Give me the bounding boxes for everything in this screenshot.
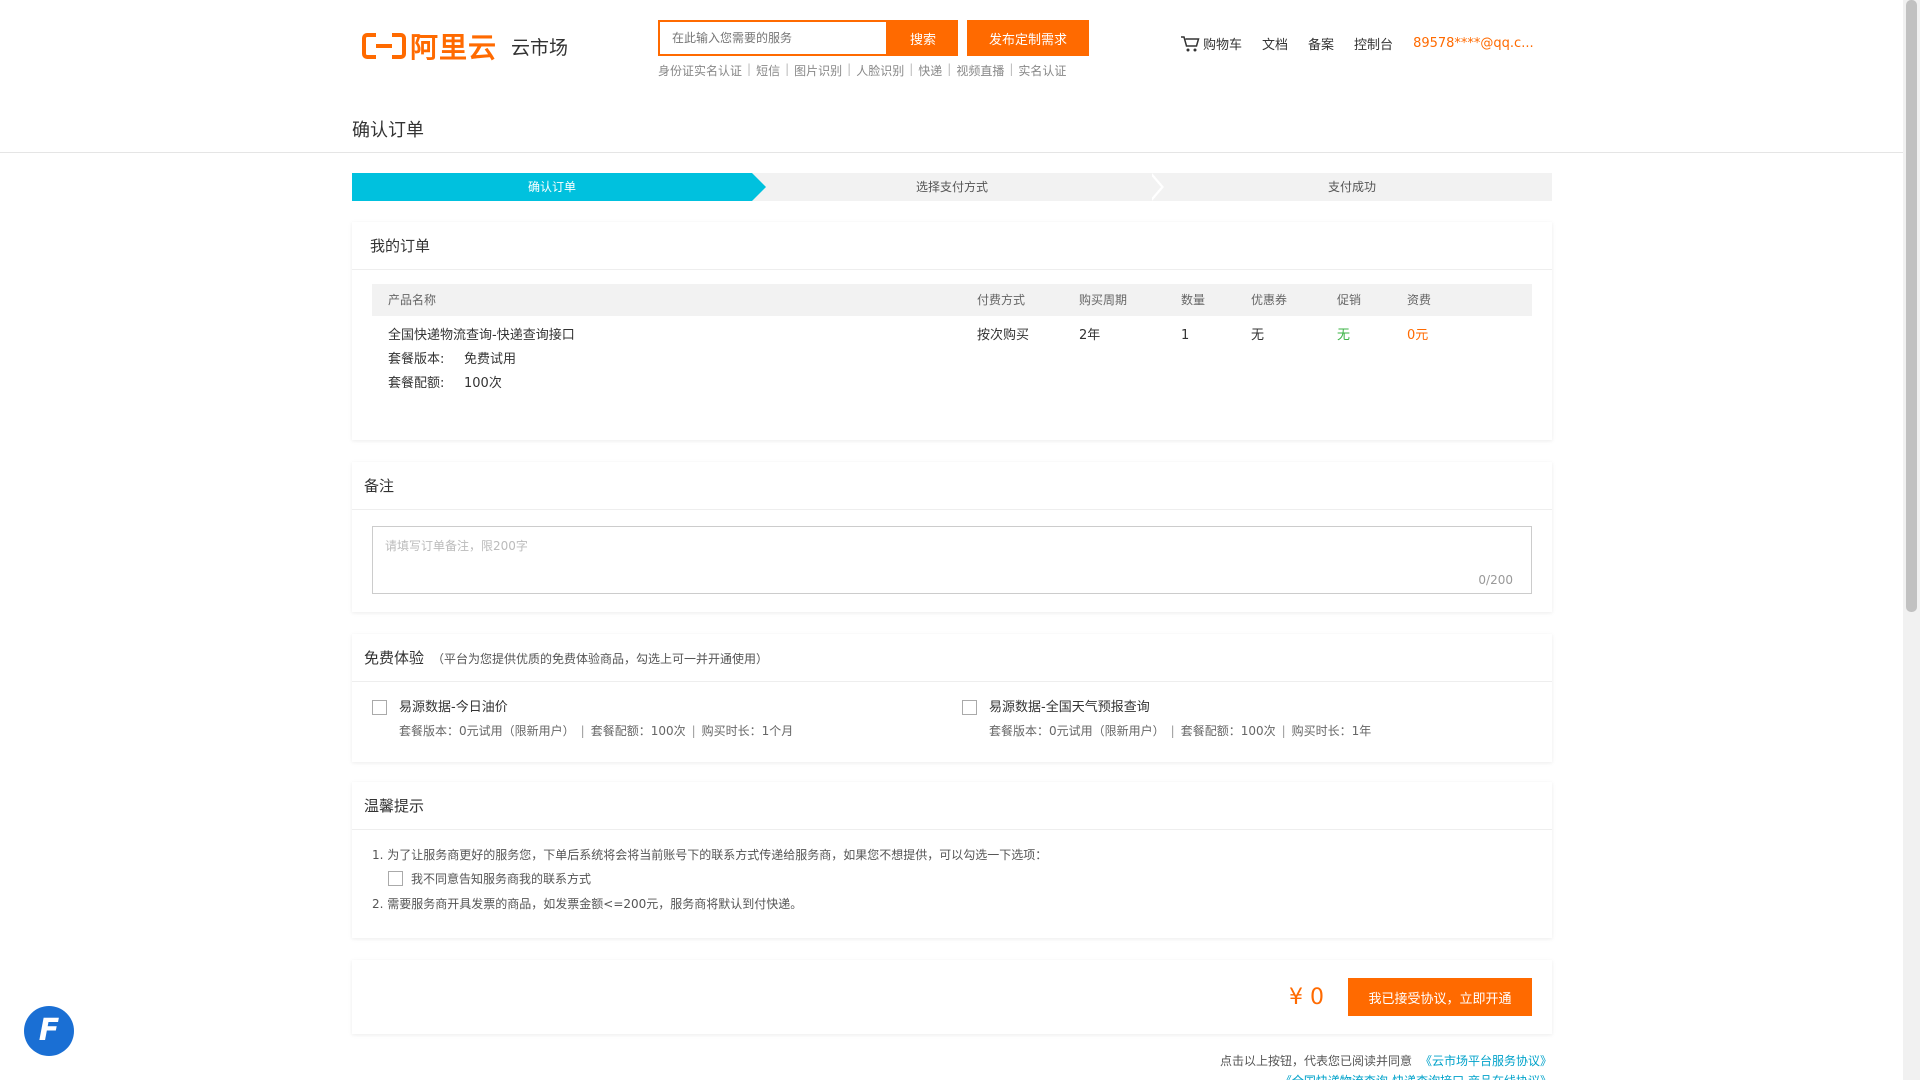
hot-link[interactable]: 视频直播 (956, 62, 1004, 79)
step-payment-success: 支付成功 (1327, 180, 1376, 194)
trial-version: 套餐版本：0元试用（限新用户） (989, 724, 1165, 738)
col-period: 购买周期 (1079, 293, 1128, 307)
accept-and-open-button[interactable]: 我已接受协议，立即开通 (1348, 978, 1532, 1016)
aliyun-logo-icon (362, 31, 406, 61)
trial-checkbox[interactable] (372, 700, 387, 715)
coupon-value: 无 (1251, 328, 1265, 343)
remark-textarea[interactable]: 请填写订单备注，限200字 0/200 (372, 526, 1532, 594)
list-item: 易源数据-全国天气预报查询 套餐版本：0元试用（限新用户） | 套餐配额：100次 |… (962, 698, 1552, 739)
floating-app-icon[interactable]: F (24, 1006, 74, 1056)
plan-value: 免费试用 (464, 352, 517, 367)
promo-value: 无 (1337, 328, 1351, 343)
free-trial-note: （平台为您提供优质的免费体验商品，勾选上可一并开通使用） (432, 652, 769, 666)
table-row: 全国快递物流查询-快递查询接口 套餐版本: 免费试用 套餐配额: 100次 按次购买… (372, 316, 1532, 396)
order-table: 产品名称 付费方式 购买周期 数量 优惠券 促销 资费 全国快递物流查询-快递查… (372, 284, 1532, 396)
trial-quota: 套餐配额：100次 (590, 724, 686, 738)
price-value: 0元 (1407, 328, 1429, 343)
logo-subtitle: 云市场 (511, 36, 569, 59)
agreement-notice: 点击以上按钮，代表您已阅读并同意 《云市场平台服务协议》 (1220, 1052, 1552, 1069)
trial-duration: 购买时长：1年 (1291, 724, 1372, 738)
pay-mode-value: 按次购买 (977, 328, 1030, 343)
scrollbar-thumb[interactable] (1906, 0, 1917, 612)
trial-quota: 套餐配额：100次 (1180, 724, 1276, 738)
step-confirm-order: 确认订单 (352, 173, 766, 201)
hide-contact-label: 我不同意告知服务商我的联系方式 (411, 872, 592, 886)
period-value: 2年 (1079, 328, 1101, 343)
top-nav: 购物车 文档 备案 控制台 89578****@qq.c... (1180, 34, 1554, 53)
free-trial-card: 免费体验 （平台为您提供优质的免费体验商品，勾选上可一并开通使用） 易源数据-今日… (352, 634, 1552, 762)
order-steps: 确认订单 选择支付方式 支付成功 (352, 173, 1552, 201)
cart-icon (1181, 35, 1200, 51)
quota-value: 100次 (464, 376, 502, 391)
hide-contact-checkbox[interactable] (388, 871, 403, 886)
col-product: 产品名称 (388, 293, 437, 307)
plan-label: 套餐版本: (388, 352, 445, 367)
quota-label: 套餐配额: (388, 376, 445, 391)
remark-char-counter: 0/200 (1478, 573, 1513, 587)
hot-link[interactable]: 快递 (918, 62, 942, 79)
col-price: 资费 (1407, 293, 1432, 307)
qty-value: 1 (1181, 328, 1190, 343)
total-price: ¥ 0 (1289, 984, 1324, 1010)
publish-request-button[interactable]: 发布定制需求 (967, 20, 1089, 56)
tips-card: 温馨提示 1. 为了让服务商更好的服务您，下单后系统将会将当前账号下的联系方式传… (352, 782, 1552, 938)
trial-list: 易源数据-今日油价 套餐版本：0元试用（限新用户） | 套餐配额：100次 | 购买时长… (352, 682, 1552, 739)
order-table-header: 产品名称 付费方式 购买周期 数量 优惠券 促销 资费 (372, 284, 1532, 316)
col-pay-mode: 付费方式 (977, 293, 1026, 307)
hot-link[interactable]: 人脸识别 (856, 62, 904, 79)
agreement-text: 点击以上按钮，代表您已阅读并同意 (1219, 1054, 1412, 1068)
pay-card: ¥ 0 我已接受协议，立即开通 (352, 960, 1552, 1034)
tip-line-2: 2. 需要服务商开具发票的商品，如发票金额<=200元，服务商将默认到付快递。 (372, 897, 803, 911)
tip-line-1: 1. 为了让服务商更好的服务您，下单后系统将会将当前账号下的联系方式传递给服务商… (372, 848, 1048, 862)
cart-label: 购物车 (1203, 38, 1243, 53)
page-title: 确认订单 (352, 120, 424, 141)
console-link[interactable]: 控制台 (1354, 34, 1393, 53)
my-order-card: 我的订单 产品名称 付费方式 购买周期 数量 优惠券 促销 资费 全国快递物流查… (352, 222, 1552, 440)
col-qty: 数量 (1181, 293, 1206, 307)
tips-content: 1. 为了让服务商更好的服务您，下单后系统将会将当前账号下的联系方式传递给服务商… (352, 830, 1552, 915)
trial-name: 易源数据-全国天气预报查询 (989, 700, 1150, 715)
hot-search-links: 身份证实名认证 | 短信 | 图片识别 | 人脸识别 | 快递 | 视频直播 | 实名认证 (658, 62, 1067, 79)
remark-placeholder: 请填写订单备注，限200字 (385, 539, 528, 553)
divider (0, 152, 1903, 153)
user-account-link[interactable]: 89578****@qq.c... (1413, 36, 1534, 51)
platform-agreement-link[interactable]: 《云市场平台服务协议》 (1420, 1054, 1552, 1068)
product-agreement-link[interactable]: 《全国快递物流查询-快递查询接口 商品在线协议》 (1280, 1072, 1552, 1080)
free-trial-title: 免费体验 (364, 649, 425, 667)
cart-link[interactable]: 购物车 (1180, 34, 1242, 53)
trial-name: 易源数据-今日油价 (399, 700, 508, 715)
col-coupon: 优惠券 (1251, 293, 1288, 307)
hide-contact-option[interactable]: 我不同意告知服务商我的联系方式 (388, 870, 1552, 887)
trial-checkbox[interactable] (962, 700, 977, 715)
list-item: 易源数据-今日油价 套餐版本：0元试用（限新用户） | 套餐配额：100次 | 购买时长… (372, 698, 962, 739)
trial-duration: 购买时长：1个月 (701, 724, 794, 738)
search-button[interactable]: 搜索 (888, 20, 958, 56)
hot-link[interactable]: 身份证实名认证 (658, 62, 742, 79)
hot-link[interactable]: 实名认证 (1018, 62, 1066, 79)
docs-link[interactable]: 文档 (1262, 34, 1288, 53)
my-order-title: 我的订单 (352, 222, 1552, 270)
remark-title: 备注 (352, 462, 1552, 510)
product-name[interactable]: 全国快递物流查询-快递查询接口 (388, 324, 977, 348)
aliyun-logo[interactable]: 阿里云 云市场 (362, 26, 568, 66)
scrollbar[interactable] (1903, 0, 1920, 1080)
beian-link[interactable]: 备案 (1308, 34, 1334, 53)
hot-link[interactable]: 图片识别 (794, 62, 842, 79)
col-promo: 促销 (1337, 293, 1362, 307)
hot-link[interactable]: 短信 (756, 62, 780, 79)
search-input[interactable] (658, 20, 888, 56)
remark-card: 备注 请填写订单备注，限200字 0/200 (352, 462, 1552, 612)
tips-title: 温馨提示 (352, 782, 1552, 830)
logo-text: 阿里云 (410, 31, 498, 64)
trial-version: 套餐版本：0元试用（限新用户） (399, 724, 575, 738)
step-select-payment: 选择支付方式 (752, 173, 1164, 201)
